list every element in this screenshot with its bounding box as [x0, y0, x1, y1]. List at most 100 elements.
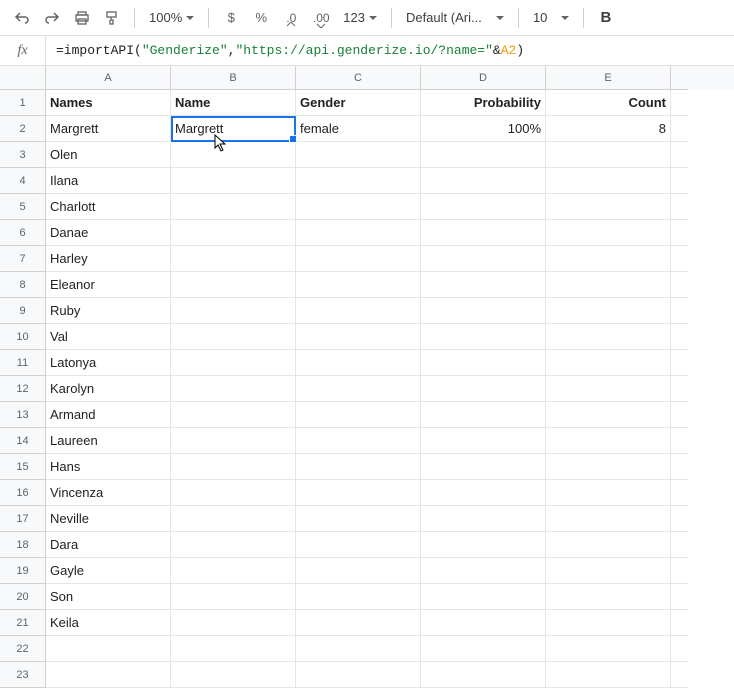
cell[interactable] [671, 246, 688, 272]
cell[interactable]: Charlott [46, 194, 171, 220]
cell[interactable] [421, 220, 546, 246]
percent-button[interactable]: % [247, 4, 275, 32]
cell[interactable]: 8 [546, 116, 671, 142]
cell[interactable]: Margrett [171, 116, 296, 142]
cell[interactable] [296, 246, 421, 272]
cell[interactable] [171, 662, 296, 688]
cell[interactable] [171, 506, 296, 532]
cell[interactable] [546, 428, 671, 454]
undo-button[interactable] [8, 4, 36, 32]
more-formats-dropdown[interactable]: 123 [337, 4, 383, 32]
cell[interactable] [546, 584, 671, 610]
cell[interactable]: 100% [421, 116, 546, 142]
cell[interactable]: Val [46, 324, 171, 350]
cell[interactable] [296, 636, 421, 662]
cell[interactable] [671, 142, 688, 168]
cell[interactable] [546, 454, 671, 480]
cell[interactable] [296, 298, 421, 324]
cell[interactable] [671, 532, 688, 558]
cell[interactable]: Name [171, 90, 296, 116]
cell[interactable]: Danae [46, 220, 171, 246]
cell[interactable] [671, 350, 688, 376]
cell[interactable] [296, 168, 421, 194]
cell[interactable] [546, 298, 671, 324]
cell[interactable] [671, 558, 688, 584]
cell[interactable] [171, 402, 296, 428]
col-header-partial[interactable] [671, 66, 688, 90]
row-header[interactable]: 14 [0, 428, 46, 454]
cell[interactable]: Armand [46, 402, 171, 428]
cell[interactable] [671, 298, 688, 324]
cell[interactable] [546, 506, 671, 532]
row-header[interactable]: 17 [0, 506, 46, 532]
cell[interactable] [671, 220, 688, 246]
cell[interactable] [671, 662, 688, 688]
cell[interactable] [171, 376, 296, 402]
cell[interactable]: Ilana [46, 168, 171, 194]
cell[interactable] [546, 376, 671, 402]
increase-decimal-button[interactable]: .00 [307, 4, 335, 32]
cell[interactable] [171, 350, 296, 376]
cell[interactable] [671, 636, 688, 662]
cell[interactable] [171, 246, 296, 272]
col-header-D[interactable]: D [421, 66, 546, 90]
cell[interactable]: Count [546, 90, 671, 116]
cell[interactable] [546, 194, 671, 220]
cell[interactable]: Harley [46, 246, 171, 272]
cell[interactable] [546, 402, 671, 428]
row-header[interactable]: 4 [0, 168, 46, 194]
cell[interactable] [421, 584, 546, 610]
cell[interactable] [671, 428, 688, 454]
cell[interactable] [46, 662, 171, 688]
cell[interactable] [546, 350, 671, 376]
row-header[interactable]: 16 [0, 480, 46, 506]
cell[interactable]: Hans [46, 454, 171, 480]
cell[interactable] [171, 142, 296, 168]
cell[interactable] [171, 584, 296, 610]
cell[interactable] [296, 662, 421, 688]
cell[interactable] [171, 480, 296, 506]
cell[interactable] [546, 610, 671, 636]
cell[interactable] [671, 584, 688, 610]
font-dropdown[interactable]: Default (Ari... [400, 4, 510, 32]
cell[interactable] [171, 610, 296, 636]
cell[interactable] [296, 558, 421, 584]
cell[interactable] [421, 558, 546, 584]
fx-icon[interactable]: fx [0, 36, 46, 65]
cell[interactable] [296, 584, 421, 610]
cell[interactable] [421, 506, 546, 532]
row-header[interactable]: 22 [0, 636, 46, 662]
row-header[interactable]: 19 [0, 558, 46, 584]
cell[interactable] [296, 454, 421, 480]
row-header[interactable]: 6 [0, 220, 46, 246]
cell[interactable] [671, 454, 688, 480]
cell[interactable] [421, 350, 546, 376]
cell[interactable] [671, 168, 688, 194]
formula-input[interactable]: =importAPI("Genderize","https://api.gend… [46, 36, 734, 65]
col-header-C[interactable]: C [296, 66, 421, 90]
cell[interactable] [671, 610, 688, 636]
cell[interactable]: Olen [46, 142, 171, 168]
cell[interactable] [421, 194, 546, 220]
cell[interactable]: Karolyn [46, 376, 171, 402]
cell[interactable] [546, 168, 671, 194]
cell[interactable] [171, 454, 296, 480]
col-header-A[interactable]: A [46, 66, 171, 90]
cell[interactable] [46, 636, 171, 662]
cell[interactable] [671, 90, 688, 116]
row-header[interactable]: 8 [0, 272, 46, 298]
cell[interactable] [671, 116, 688, 142]
cell[interactable]: Laureen [46, 428, 171, 454]
cell[interactable]: Probability [421, 90, 546, 116]
cell[interactable] [421, 272, 546, 298]
cell[interactable]: Neville [46, 506, 171, 532]
cell[interactable] [171, 272, 296, 298]
cell[interactable] [171, 532, 296, 558]
cell[interactable] [421, 610, 546, 636]
zoom-dropdown[interactable]: 100% [143, 4, 200, 32]
cell[interactable] [296, 220, 421, 246]
cell[interactable] [421, 376, 546, 402]
row-header[interactable]: 13 [0, 402, 46, 428]
cell[interactable]: Names [46, 90, 171, 116]
paint-format-button[interactable] [98, 4, 126, 32]
